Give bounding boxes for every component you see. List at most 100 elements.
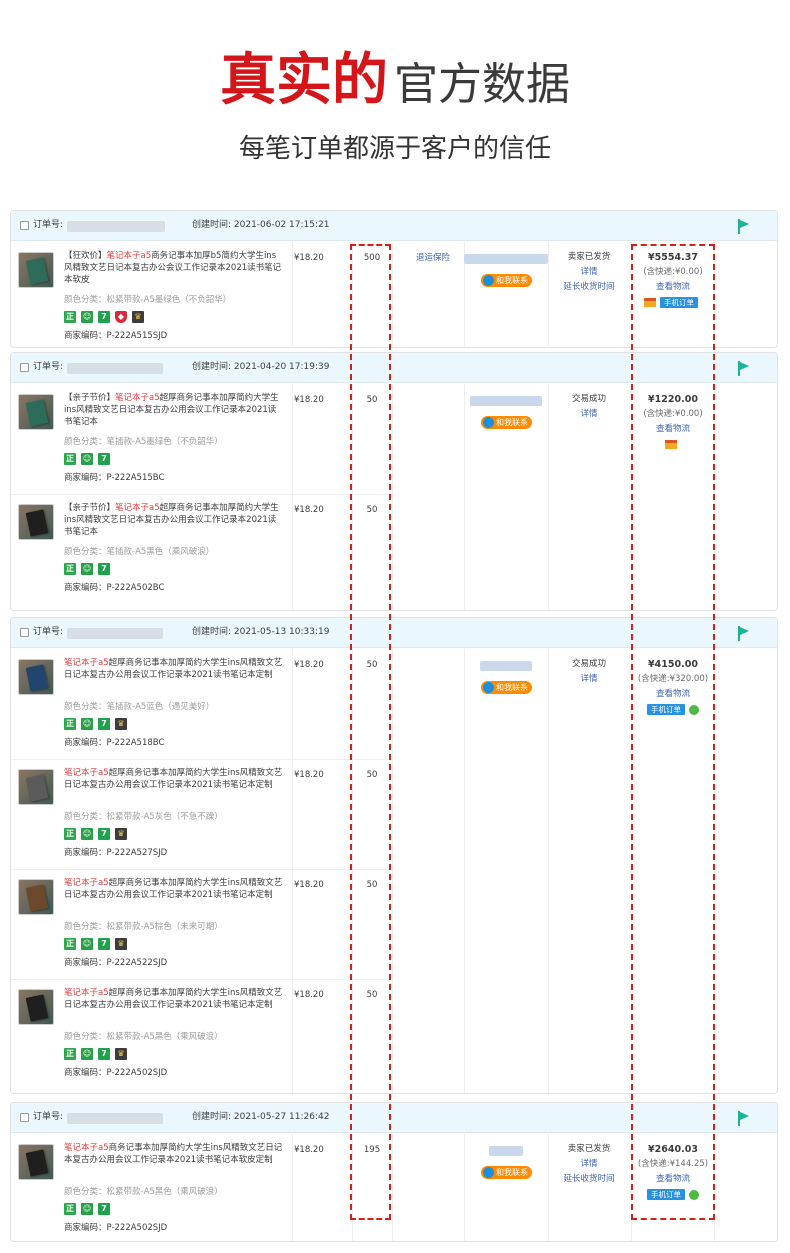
seven-day-return-icon: 7 <box>98 1048 110 1060</box>
unit-price: ¥18.20 <box>294 770 324 780</box>
flag-icon[interactable] <box>737 626 751 641</box>
status-link[interactable]: 延长收货时间 <box>549 280 629 295</box>
product-spec: 颜色分类：松紧带款-A5棕色（未来可期） <box>64 922 223 932</box>
merchant-code: 商家编码：P-222A515BC <box>64 473 165 483</box>
product-title[interactable]: 笔记本子a5超厚商务记事本加厚简约大学生ins风精致文艺日记本复古办公用会议工作… <box>64 877 284 901</box>
product-thumbnail[interactable] <box>18 504 54 540</box>
column-divider <box>392 384 393 610</box>
order-status: 卖家已发货详情 延长收货时间 <box>549 1142 629 1187</box>
authentic-icon: 正 <box>64 1048 76 1060</box>
unit-price: ¥18.20 <box>294 253 324 263</box>
service-icon: ☺ <box>81 1203 93 1215</box>
product-spec: 颜色分类：松紧带款-A5黑色（乘风破浪） <box>64 1187 223 1197</box>
service-badges: 正 ☺ 7 <box>64 563 115 576</box>
seven-day-return-icon: 7 <box>98 453 110 465</box>
product-spec: 颜色分类：笔插款-A5黑色（乘风破浪） <box>64 547 215 557</box>
order-checkbox[interactable] <box>20 221 29 230</box>
contact-me-button[interactable]: 和我联系 <box>481 1166 532 1179</box>
contact-me-button[interactable]: 和我联系 <box>481 416 532 429</box>
authentic-icon: 正 <box>64 1203 76 1215</box>
order-status: 交易成功 详情 <box>549 392 629 422</box>
order-checkbox[interactable] <box>20 1113 29 1122</box>
authentic-icon: 正 <box>64 938 76 950</box>
product-spec: 颜色分类：松紧带款-A5墨绿色（不负韶华） <box>64 295 232 305</box>
flag-icon[interactable] <box>737 1111 751 1126</box>
column-divider <box>392 1134 393 1241</box>
seven-day-return-icon: 7 <box>98 828 110 840</box>
unit-price: ¥18.20 <box>294 660 324 670</box>
authentic-icon: 正 <box>64 828 76 840</box>
product-thumbnail[interactable] <box>18 879 54 915</box>
product-title[interactable]: 笔记本子a5超厚商务记事本加厚简约大学生ins风精致文艺日记本复古办公用会议工作… <box>64 657 284 681</box>
flag-icon[interactable] <box>737 219 751 234</box>
buyer-name <box>470 396 542 406</box>
product-title[interactable]: 笔记本子a5超厚商务记事本加厚简约大学生ins风精致文艺日记本复古办公用会议工作… <box>64 987 284 1011</box>
item-divider <box>11 759 393 760</box>
return-insurance-link[interactable]: 退运保险 <box>416 254 450 263</box>
product-title[interactable]: 笔记本子a5商务记事本加厚简约大学生ins风精致文艺日记本复古办公用会议工作记录… <box>64 1142 284 1166</box>
promo-tag: 【亲子节价】 <box>64 393 116 403</box>
status-link[interactable]: 延长收货时间 <box>549 1172 629 1187</box>
status-text: 交易成功 <box>571 394 606 404</box>
status-link[interactable]: 详情 <box>549 672 629 687</box>
created-time: 创建时间: 2021-04-20 17:19:39 <box>192 362 330 372</box>
product-thumbnail[interactable] <box>18 1144 54 1180</box>
order-number-label: 订单号: <box>33 1112 64 1122</box>
seven-day-return-icon: 7 <box>98 938 110 950</box>
column-divider <box>548 649 549 1093</box>
product-keyword: 笔记本子a5 <box>115 503 160 513</box>
status-link[interactable]: 详情 <box>549 1157 629 1172</box>
merchant-code: 商家编码：P-222A518BC <box>64 738 165 748</box>
product-thumbnail[interactable] <box>18 989 54 1025</box>
order-header: 订单号: 创建时间: 2021-06-02 17:15:21 <box>11 211 777 241</box>
order-number-value <box>67 1113 163 1124</box>
status-text: 卖家已发货 <box>567 1144 611 1154</box>
unit-price: ¥18.20 <box>294 1145 324 1155</box>
product-thumbnail[interactable] <box>18 252 54 288</box>
service-icon: ☺ <box>81 563 93 575</box>
order-checkbox[interactable] <box>20 628 29 637</box>
contact-me-button[interactable]: 和我联系 <box>481 681 532 694</box>
flag-icon[interactable] <box>737 361 751 376</box>
authentic-icon: 正 <box>64 453 76 465</box>
product-title[interactable]: 【亲子节价】笔记本子a5超厚商务记事本加厚简约大学生ins风精致文艺日记本复古办… <box>64 392 284 428</box>
product-title[interactable]: 【亲子节价】笔记本子a5超厚商务记事本加厚简约大学生ins风精致文艺日记本复古办… <box>64 502 284 538</box>
service-badges: 正 ☺ 7 ◆ ♛ <box>64 311 149 324</box>
product-title[interactable]: 【狂欢价】笔记本子a5商务记事本加厚b5简约大学生ins风精致文艺日记本复古办公… <box>64 250 284 286</box>
hero-title-gray: 官方数据 <box>394 59 570 110</box>
created-time: 创建时间: 2021-06-02 17:15:21 <box>192 220 330 230</box>
contact-me-button[interactable]: 和我联系 <box>481 274 532 287</box>
seven-day-return-icon: 7 <box>98 718 110 730</box>
hero-title: 真实的 官方数据 <box>0 52 790 108</box>
status-link[interactable]: 详情 <box>549 407 629 422</box>
product-spec: 颜色分类：松紧带款-A5黑色（乘风破浪） <box>64 1032 223 1042</box>
authentic-icon: 正 <box>64 311 76 323</box>
product-title[interactable]: 笔记本子a5超厚商务记事本加厚简约大学生ins风精致文艺日记本复古办公用会议工作… <box>64 767 284 791</box>
column-divider <box>292 649 293 1093</box>
item-divider <box>11 979 393 980</box>
status-link[interactable]: 详情 <box>549 265 629 280</box>
product-keyword: 笔记本子a5 <box>64 1143 109 1153</box>
product-keyword: 笔记本子a5 <box>115 393 160 403</box>
unit-price: ¥18.20 <box>294 880 324 890</box>
merchant-code: 商家编码：P-222A502SJD <box>64 1068 168 1078</box>
service-icon: ☺ <box>81 311 93 323</box>
item-divider <box>11 869 393 870</box>
column-divider <box>292 242 293 347</box>
service-badges: 正 ☺ 7 <box>64 453 115 466</box>
buyer-name <box>464 254 548 264</box>
unit-price: ¥18.20 <box>294 505 324 515</box>
seven-day-return-icon: 7 <box>98 311 110 323</box>
order-checkbox[interactable] <box>20 363 29 372</box>
product-thumbnail[interactable] <box>18 394 54 430</box>
product-keyword: 笔记本子a5 <box>64 658 109 668</box>
crown-icon: ♛ <box>115 1048 127 1060</box>
product-thumbnail[interactable] <box>18 659 54 695</box>
column-divider <box>464 384 465 610</box>
unit-price: ¥18.20 <box>294 990 324 1000</box>
order-status: 卖家已发货 详情 延长收货时间 <box>549 250 629 295</box>
created-time: 创建时间: 2021-05-13 10:33:19 <box>192 627 330 637</box>
product-keyword: 笔记本子a5 <box>106 251 152 261</box>
product-thumbnail[interactable] <box>18 769 54 805</box>
promo-tag: 【亲子节价】 <box>64 503 116 513</box>
